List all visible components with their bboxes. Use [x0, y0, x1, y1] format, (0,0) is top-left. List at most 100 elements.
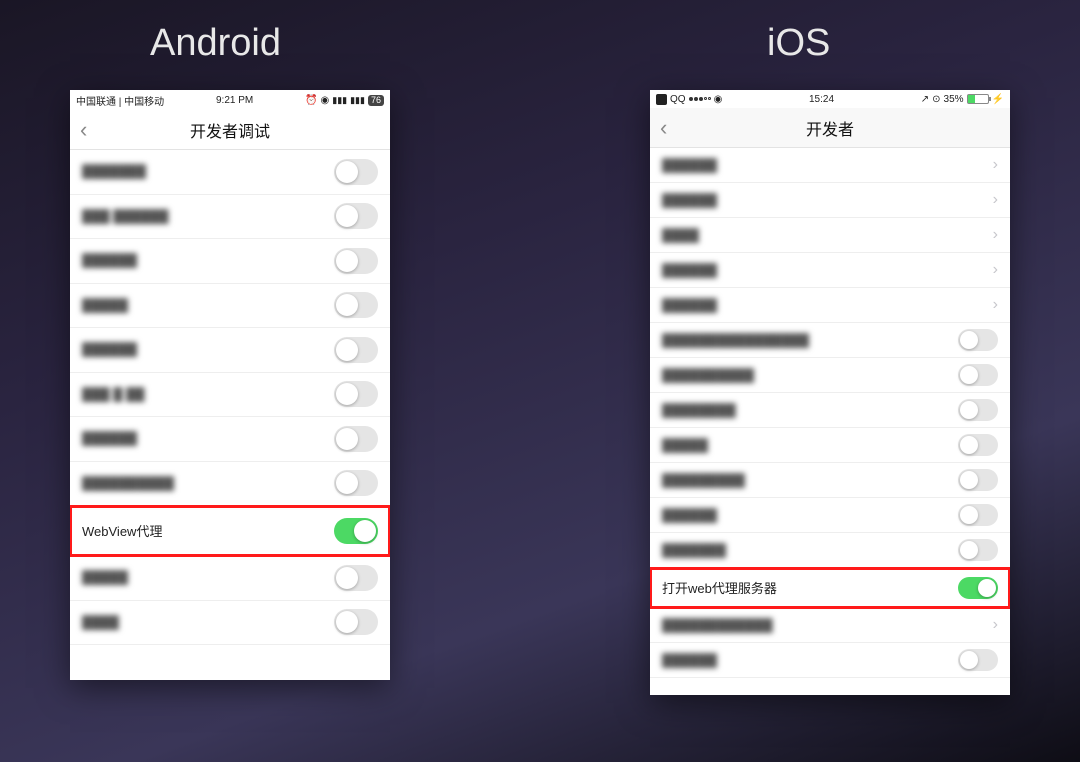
settings-row[interactable]: ██████████	[70, 462, 390, 507]
toggle-switch[interactable]	[334, 337, 378, 363]
settings-row[interactable]: ██████›	[650, 288, 1010, 323]
row-label: ██████	[662, 158, 717, 173]
toggle-switch[interactable]	[958, 649, 998, 671]
row-label: ███████	[662, 543, 726, 558]
toggle-switch[interactable]	[334, 159, 378, 185]
row-label: ████████████	[662, 618, 773, 633]
settings-row[interactable]: █████	[650, 428, 1010, 463]
battery-text: 76	[368, 95, 384, 106]
toggle-switch[interactable]	[958, 399, 998, 421]
chevron-right-icon: ›	[993, 156, 998, 174]
toggle-switch[interactable]	[334, 518, 378, 544]
toggle-switch[interactable]	[334, 609, 378, 635]
android-screen: 中国联通 | 中国移动 9:21 PM ⏰ ◉ ▮▮▮ ▮▮▮ 76 ‹ 开发者…	[70, 90, 390, 680]
toggle-knob	[960, 366, 978, 384]
row-label: ███████	[82, 164, 146, 179]
settings-row[interactable]: ██████ ›	[650, 148, 1010, 183]
toggle-knob	[336, 294, 358, 316]
toggle-knob	[960, 471, 978, 489]
row-label: ██████	[662, 653, 717, 668]
toggle-knob	[960, 651, 978, 669]
settings-row[interactable]: ████›	[650, 218, 1010, 253]
row-label: ██████	[662, 193, 717, 208]
toggle-switch[interactable]	[958, 469, 998, 491]
app-name: QQ	[670, 94, 686, 105]
row-label: 打开web代理服务器	[662, 578, 777, 597]
settings-row[interactable]: ████████████›	[650, 608, 1010, 643]
toggle-knob	[336, 472, 358, 494]
toggle-knob	[960, 506, 978, 524]
toggle-knob	[336, 428, 358, 450]
settings-row[interactable]: ███ █ ██	[70, 373, 390, 418]
settings-row[interactable]: ██████	[70, 328, 390, 373]
toggle-switch[interactable]	[334, 470, 378, 496]
settings-list: ██████›██████›████›██████›██████›███████…	[650, 148, 1010, 678]
chevron-right-icon: ›	[993, 191, 998, 209]
row-label: ██████	[662, 263, 717, 278]
battery-icon	[967, 94, 989, 104]
settings-row[interactable]: █████████	[650, 463, 1010, 498]
row-label: ██████████	[662, 368, 754, 383]
row-label: █████████	[662, 473, 745, 488]
battery-text: 35%	[944, 94, 964, 105]
alarm-icon: ⏰	[305, 95, 317, 106]
wifi-icon: ◉	[714, 94, 723, 105]
signal-dots	[689, 97, 711, 101]
toggle-switch[interactable]	[958, 364, 998, 386]
row-label: ███ █ ██	[82, 387, 145, 402]
row-label: ██████	[662, 508, 717, 523]
row-label: ██████████	[82, 476, 174, 491]
settings-row[interactable]: ████████████████	[650, 323, 1010, 358]
platform-label-ios: iOS	[767, 22, 830, 65]
settings-row[interactable]: █████	[70, 284, 390, 329]
toggle-knob	[354, 520, 376, 542]
row-label: ██████	[662, 298, 717, 313]
settings-list: ██████████ ██████████████████████████ █ …	[70, 150, 390, 645]
settings-row[interactable]: ██████	[650, 643, 1010, 678]
settings-row[interactable]: WebView代理	[70, 506, 390, 556]
nav-header: ‹ 开发者调试	[70, 110, 390, 150]
settings-row[interactable]: ███████	[70, 150, 390, 195]
settings-row[interactable]: ██████	[70, 417, 390, 462]
nav-header: ‹ 开发者	[650, 108, 1010, 148]
toggle-switch[interactable]	[334, 381, 378, 407]
toggle-switch[interactable]	[958, 329, 998, 351]
settings-row[interactable]: ███████	[650, 533, 1010, 568]
toggle-switch[interactable]	[334, 426, 378, 452]
toggle-knob	[336, 567, 358, 589]
toggle-knob	[960, 436, 978, 454]
toggle-switch[interactable]	[334, 565, 378, 591]
back-icon[interactable]: ‹	[80, 119, 87, 141]
toggle-knob	[960, 331, 978, 349]
settings-row[interactable]: ██████ ›	[650, 183, 1010, 218]
ios-screen: QQ ◉ 15:24 ↗ ⊙ 35% ⚡ ‹ 开发者 ██████›██████…	[650, 90, 1010, 695]
toggle-switch[interactable]	[334, 203, 378, 229]
chevron-right-icon: ›	[993, 261, 998, 279]
settings-row[interactable]: ██████	[650, 498, 1010, 533]
row-label: ██████	[82, 342, 137, 357]
back-icon[interactable]: ‹	[660, 117, 667, 139]
toggle-switch[interactable]	[958, 504, 998, 526]
toggle-knob	[336, 205, 358, 227]
toggle-switch[interactable]	[334, 292, 378, 318]
settings-row[interactable]: ██████████	[650, 358, 1010, 393]
row-label: █████	[662, 438, 708, 453]
settings-row[interactable]: ██████	[70, 239, 390, 284]
row-label: ████████████████	[662, 333, 809, 348]
settings-row[interactable]: ██████ ›	[650, 253, 1010, 288]
toggle-switch[interactable]	[958, 434, 998, 456]
row-label: ███ ██████	[82, 209, 169, 224]
toggle-knob	[978, 579, 996, 597]
settings-row[interactable]: 打开web代理服务器	[650, 568, 1010, 608]
app-icon	[656, 94, 667, 105]
toggle-switch[interactable]	[334, 248, 378, 274]
settings-row[interactable]: █████	[70, 556, 390, 601]
settings-row[interactable]: ████	[70, 601, 390, 646]
row-label: █████	[82, 298, 128, 313]
toggle-switch[interactable]	[958, 539, 998, 561]
toggle-knob	[336, 611, 358, 633]
settings-row[interactable]: ████████	[650, 393, 1010, 428]
settings-row[interactable]: ███ ██████	[70, 195, 390, 240]
toggle-switch[interactable]	[958, 577, 998, 599]
wifi-icon: ◉	[321, 95, 330, 106]
